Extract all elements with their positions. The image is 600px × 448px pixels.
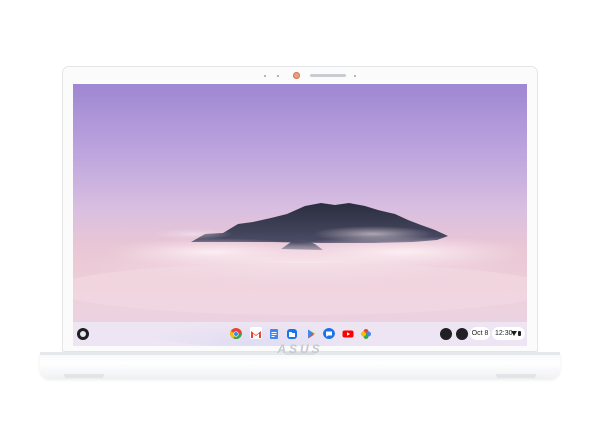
wallpaper xyxy=(73,84,527,346)
base-foot xyxy=(64,374,104,378)
messages-icon[interactable] xyxy=(323,327,335,339)
photos-icon[interactable] xyxy=(360,327,372,339)
base-foot xyxy=(496,374,536,378)
camera-bar xyxy=(63,67,537,84)
launcher-icon[interactable] xyxy=(77,328,89,340)
wifi-icon xyxy=(511,331,517,336)
docs-icon[interactable] xyxy=(268,327,280,339)
gmail-icon[interactable] xyxy=(250,327,262,339)
tote-icon[interactable] xyxy=(440,328,452,340)
sensor-dot xyxy=(277,75,279,77)
laptop-lid: Oct 8 12:30 xyxy=(62,66,538,352)
date-pill[interactable]: Oct 8 xyxy=(470,327,490,340)
chrome-icon[interactable] xyxy=(230,327,242,339)
time-label: 12:30 xyxy=(495,330,513,337)
webcam-icon xyxy=(293,72,300,79)
date-label: Oct 8 xyxy=(471,330,489,337)
files-icon[interactable] xyxy=(286,327,298,339)
sensor-dot xyxy=(264,75,266,77)
youtube-icon[interactable] xyxy=(342,327,354,339)
sensor-dot xyxy=(354,75,356,77)
battery-icon xyxy=(518,331,521,336)
play-store-icon[interactable] xyxy=(305,327,317,339)
camera-slot xyxy=(310,74,346,77)
brand-logo: ASUS xyxy=(277,342,323,356)
status-tray[interactable]: 12:30 xyxy=(492,327,525,340)
settings-gear-icon[interactable] xyxy=(456,328,468,340)
screen: Oct 8 12:30 xyxy=(73,84,527,346)
